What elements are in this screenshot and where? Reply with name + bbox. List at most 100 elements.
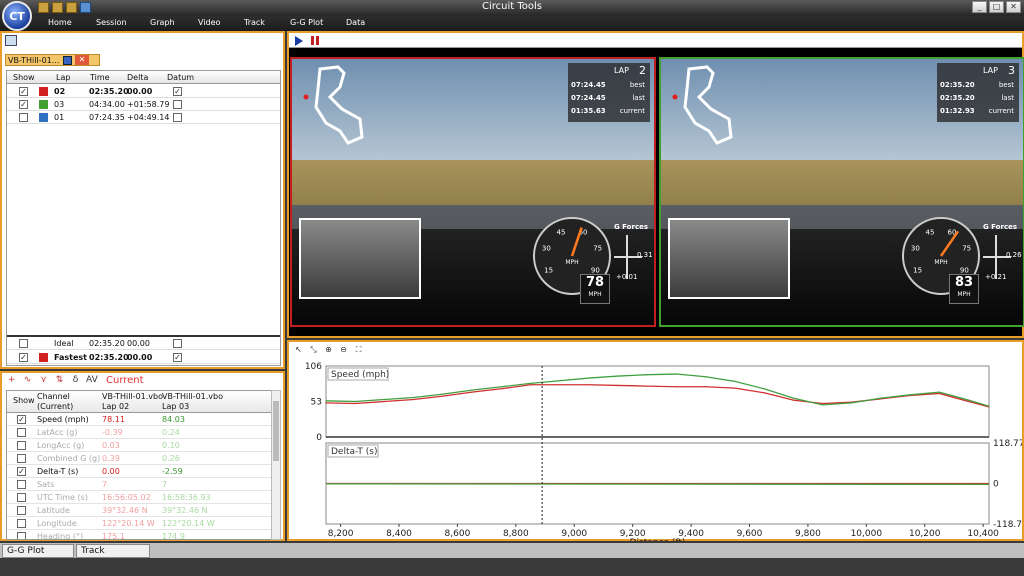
scroll-thumb[interactable] bbox=[273, 401, 279, 461]
lap-color-swatch[interactable] bbox=[39, 113, 48, 122]
lap-color-swatch[interactable] bbox=[39, 100, 48, 109]
channel-row[interactable]: Combined G (g) 0.39 0.26 bbox=[7, 452, 271, 465]
file-tab-label: VB-THill-01... bbox=[8, 55, 60, 65]
col-datum[interactable]: Datum bbox=[167, 73, 194, 82]
add-channel-icon[interactable]: + bbox=[6, 375, 17, 386]
channel-filter-icon[interactable]: ⋎ bbox=[38, 375, 49, 386]
folder-icon[interactable] bbox=[52, 2, 63, 13]
speed-data-point bbox=[471, 389, 473, 391]
datum-checkbox[interactable] bbox=[173, 113, 182, 122]
menu-video[interactable]: Video bbox=[198, 18, 220, 27]
col-delta[interactable]: Delta bbox=[127, 73, 148, 82]
col-time[interactable]: Time bbox=[90, 73, 110, 82]
lap-table-icon[interactable] bbox=[5, 35, 17, 46]
save-icon[interactable] bbox=[63, 55, 72, 65]
menu-track[interactable]: Track bbox=[244, 18, 265, 27]
channel-sort-icon[interactable]: ⇅ bbox=[54, 375, 65, 386]
speed-data-point bbox=[646, 385, 648, 387]
lap-color-swatch[interactable] bbox=[39, 87, 48, 96]
channel-show-checkbox[interactable] bbox=[17, 441, 26, 450]
lap-row[interactable]: 01 07:24.35 +04:49.14 bbox=[7, 111, 280, 124]
minimize-button[interactable]: _ bbox=[972, 1, 987, 13]
delta-icon[interactable]: δ bbox=[70, 375, 81, 386]
zoom-in-icon[interactable]: ⊕ bbox=[323, 344, 334, 355]
channel-row[interactable]: UTC Time (s) 16:56:05.02 16:58:36.93 bbox=[7, 491, 271, 504]
speed-data-point bbox=[471, 391, 473, 393]
speed-data-point bbox=[529, 384, 532, 386]
datum-checkbox[interactable] bbox=[173, 100, 182, 109]
datum-checkbox[interactable]: ✓ bbox=[173, 87, 182, 96]
maximize-button[interactable]: □ bbox=[989, 1, 1004, 13]
show-checkbox[interactable]: ✓ bbox=[19, 87, 28, 96]
lap-row[interactable]: ✓ Fastest 02:35.20 00.00 ✓ bbox=[7, 351, 280, 364]
lap-row[interactable]: Ideal 02:35.20 00.00 bbox=[7, 337, 280, 350]
speed-data-point bbox=[763, 388, 765, 390]
app-logo[interactable]: CT bbox=[2, 1, 32, 31]
datum-checkbox[interactable]: ✓ bbox=[173, 353, 182, 362]
menu-data[interactable]: Data bbox=[346, 18, 365, 27]
file-tab[interactable]: VB-THill-01... ✕ bbox=[5, 54, 100, 66]
channel-show-checkbox[interactable] bbox=[17, 428, 26, 437]
col-lap[interactable]: Lap bbox=[56, 73, 70, 82]
speed-data-point bbox=[354, 402, 356, 405]
channel-show-checkbox[interactable] bbox=[17, 454, 26, 463]
speed-readout: 83 MPH bbox=[949, 274, 979, 304]
channel-row[interactable]: Sats 7 7 bbox=[7, 478, 271, 491]
channel-row[interactable]: Heading (°) 175.1 174.9 bbox=[7, 530, 271, 539]
channel-scrollbar[interactable] bbox=[271, 390, 281, 540]
channel-row[interactable]: ✓ Delta-T (s) 0.00 -2.59 bbox=[7, 465, 271, 478]
channel-row[interactable]: LatAcc (g) -0.39 0.24 bbox=[7, 426, 271, 439]
zoom-fit-icon[interactable]: ⛶ bbox=[353, 344, 364, 355]
lap-row[interactable]: ✓ 03 04:34.00 +01:58.79 bbox=[7, 98, 280, 111]
channel-show-checkbox[interactable]: ✓ bbox=[17, 467, 26, 476]
speed-data-point bbox=[646, 374, 648, 376]
show-checkbox[interactable]: ✓ bbox=[19, 100, 28, 109]
channel-show-checkbox[interactable]: ✓ bbox=[17, 415, 26, 424]
datum-checkbox[interactable] bbox=[173, 339, 182, 348]
gauge-unit: MPH bbox=[565, 259, 578, 266]
show-checkbox[interactable] bbox=[19, 113, 28, 122]
col-channel: Channel bbox=[37, 392, 70, 401]
menu-graph[interactable]: Graph bbox=[150, 18, 175, 27]
col-show[interactable]: Show bbox=[13, 73, 35, 82]
speed-delta-chart[interactable]: 106530118.770-118.778,2008,4008,6008,800… bbox=[289, 356, 1022, 541]
channel-row[interactable]: Longitude 122°20.14 W 122°20.14 W bbox=[7, 517, 271, 530]
export-icon[interactable] bbox=[66, 2, 77, 13]
open-icon[interactable] bbox=[38, 2, 49, 13]
channel-show-checkbox[interactable] bbox=[17, 480, 26, 489]
menu-session[interactable]: Session bbox=[96, 18, 127, 27]
lap-table-header: Show Lap Time Delta Datum bbox=[7, 71, 280, 84]
channel-row[interactable]: ✓ Speed (mph) 78.11 84.03 bbox=[7, 413, 271, 426]
av-icon[interactable]: AV bbox=[86, 375, 98, 386]
channel-row[interactable]: Latitude 39°32.46 N 39°32.46 N bbox=[7, 504, 271, 517]
tab-gg-plot[interactable]: G-G Plot bbox=[2, 544, 74, 558]
play-icon[interactable] bbox=[295, 36, 303, 46]
channel-row[interactable]: LongAcc (g) 0.03 0.10 bbox=[7, 439, 271, 452]
pause-icon[interactable] bbox=[311, 36, 320, 45]
save-icon[interactable] bbox=[80, 2, 91, 13]
speed-unit: MPH bbox=[588, 291, 602, 298]
tab-track[interactable]: Track bbox=[76, 544, 150, 558]
speed-data-point bbox=[734, 380, 736, 383]
channel-show-checkbox[interactable] bbox=[17, 506, 26, 515]
menu-home[interactable]: Home bbox=[48, 18, 72, 27]
menu-gg-plot[interactable]: G-G Plot bbox=[290, 18, 323, 27]
graph-cursor-icon[interactable]: ↖ bbox=[293, 344, 304, 355]
gauge-tick: 75 bbox=[962, 245, 971, 253]
show-checkbox[interactable]: ✓ bbox=[19, 353, 28, 362]
close-file-icon[interactable]: ✕ bbox=[75, 55, 89, 65]
video-lap-3[interactable]: LAP 3 02:35.20 best 02:35.20 last 01:32.93 curr… bbox=[659, 57, 1024, 327]
channel-show-checkbox[interactable] bbox=[17, 519, 26, 528]
zoom-out-icon[interactable]: ⊖ bbox=[338, 344, 349, 355]
channel-math-icon[interactable]: ∿ bbox=[22, 375, 33, 386]
graph-select-icon[interactable]: ⤡ bbox=[308, 344, 319, 355]
lap-last-row: 02:35.20 last bbox=[940, 94, 1016, 102]
close-button[interactable]: ✕ bbox=[1006, 1, 1021, 13]
show-checkbox[interactable] bbox=[19, 339, 28, 348]
x-tick-label: 9,800 bbox=[795, 529, 821, 539]
lap-row[interactable]: ✓ 02 02:35.20 00.00 ✓ bbox=[7, 85, 280, 98]
channel-show-checkbox[interactable] bbox=[17, 532, 26, 539]
video-lap-2[interactable]: LAP 2 07:24.45 best 07:24.45 last 01:35.63 curr… bbox=[290, 57, 656, 327]
channel-show-checkbox[interactable] bbox=[17, 493, 26, 502]
lap-color-swatch[interactable] bbox=[39, 353, 48, 362]
